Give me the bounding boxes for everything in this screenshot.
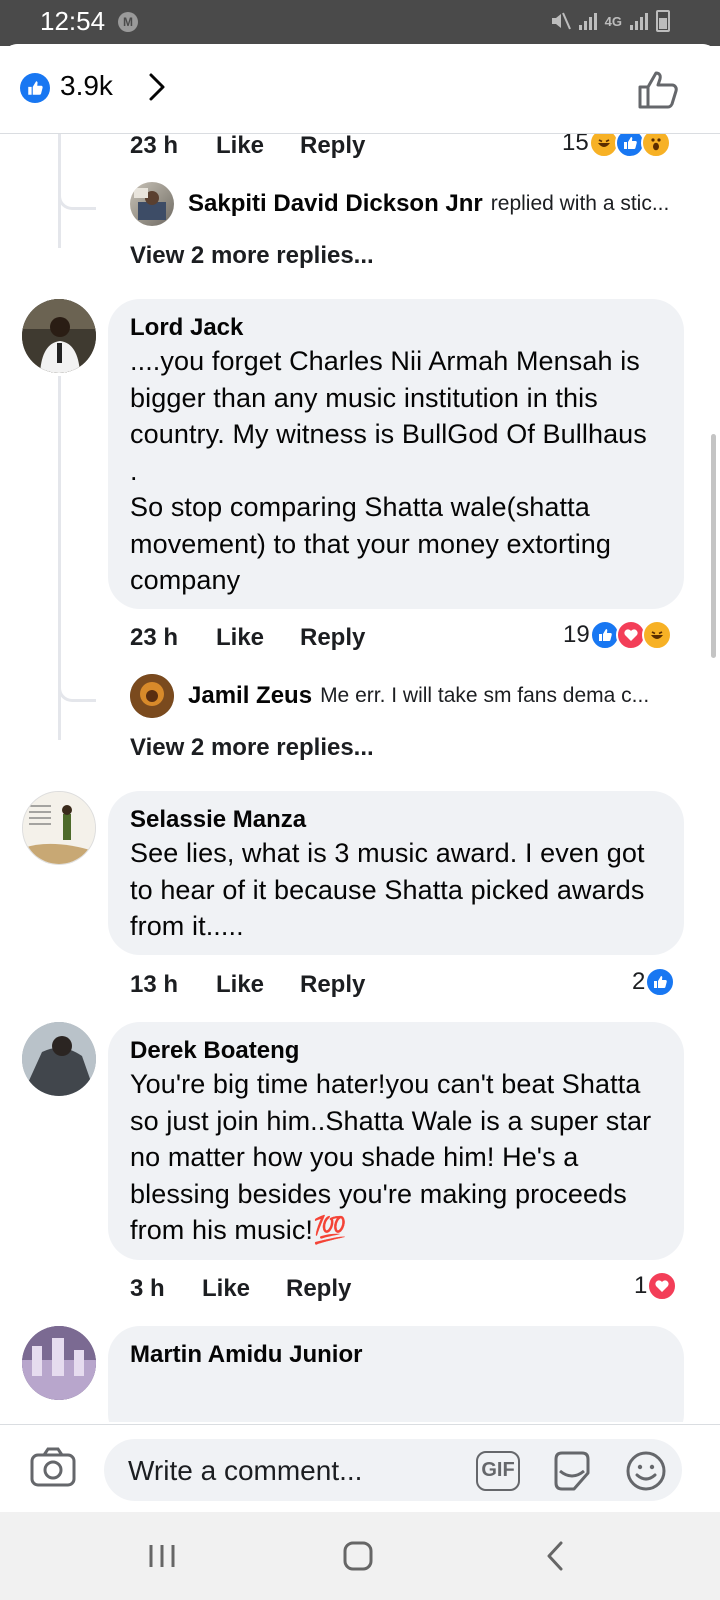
view-more-replies-link[interactable]: View 2 more replies... bbox=[130, 734, 374, 762]
like-reaction-icon bbox=[645, 967, 676, 997]
love-reaction-icon bbox=[647, 1271, 678, 1301]
reply-snippet: replied with a stic... bbox=[490, 192, 670, 215]
reply-button[interactable]: Reply bbox=[286, 1275, 351, 1303]
gmail-notification-icon: M bbox=[118, 12, 138, 32]
system-icons: 4G bbox=[549, 10, 670, 32]
emoji-icon[interactable] bbox=[624, 1449, 668, 1493]
comment-input[interactable]: Write a comment... GIF bbox=[104, 1439, 682, 1501]
comment-meta: 13 h Like Reply bbox=[130, 971, 490, 1003]
reply-preview[interactable]: Jamil Zeus Me err. I will take sm fans d… bbox=[130, 674, 649, 718]
reply-button[interactable]: Reply bbox=[300, 971, 365, 999]
like-button[interactable]: Like bbox=[202, 1275, 250, 1303]
avatar[interactable] bbox=[22, 791, 96, 865]
comment-composer: Write a comment... GIF bbox=[0, 1424, 720, 1512]
thread-hook bbox=[58, 184, 96, 210]
recent-apps-icon[interactable] bbox=[142, 1538, 182, 1574]
mute-icon bbox=[551, 12, 571, 30]
reaction-count: 1 bbox=[634, 1272, 648, 1299]
comment-time: 3 h bbox=[130, 1275, 165, 1302]
network-type-label: 4G bbox=[604, 13, 622, 29]
signal-icon bbox=[578, 12, 597, 30]
avatar bbox=[130, 674, 174, 718]
reply-button[interactable]: Reply bbox=[300, 624, 365, 652]
comment-time: 23 h bbox=[130, 132, 179, 159]
comment-bubble: Martin Amidu Junior bbox=[108, 1326, 684, 1422]
avatar bbox=[130, 182, 174, 226]
comment-placeholder: Write a comment... bbox=[128, 1455, 363, 1486]
reactions-header: 3.9k bbox=[0, 44, 720, 134]
gif-button[interactable]: GIF bbox=[476, 1451, 520, 1491]
home-icon[interactable] bbox=[338, 1538, 378, 1574]
status-bar: 12:54 M 4G bbox=[0, 0, 720, 46]
chevron-right-icon[interactable] bbox=[140, 70, 174, 104]
avatar[interactable] bbox=[22, 1326, 96, 1400]
avatar[interactable] bbox=[22, 1022, 96, 1096]
comments-sheet: 23 h Like Reply 15 Sakpiti David Dickson… bbox=[0, 44, 720, 1512]
comment-text: You're big time hater!you can't beat Sha… bbox=[130, 1069, 659, 1245]
status-time: 12:54 bbox=[40, 6, 106, 36]
reaction-summary[interactable]: 19 bbox=[563, 620, 672, 650]
reaction-summary[interactable]: 2 bbox=[632, 967, 676, 997]
comment-text: ....you forget Charles Nii Armah Mensah … bbox=[130, 346, 647, 595]
like-count[interactable]: 3.9k bbox=[60, 70, 113, 102]
app-root: 12:54 M 4G 23 h Like Reply 15 Sakpiti Da… bbox=[0, 0, 720, 1600]
comment-author[interactable]: Martin Amidu Junior bbox=[130, 1340, 662, 1370]
system-nav-bar bbox=[0, 1512, 720, 1600]
comment-bubble: Derek Boateng You're big time hater!you … bbox=[108, 1022, 684, 1260]
haha-reaction-icon bbox=[641, 620, 672, 650]
comment-meta: 23 h Like Reply bbox=[130, 132, 490, 164]
back-icon[interactable] bbox=[536, 1538, 576, 1574]
reply-author: Jamil Zeus bbox=[188, 682, 313, 709]
reaction-count: 19 bbox=[563, 621, 590, 648]
comments-feed[interactable]: 23 h Like Reply 15 Sakpiti David Dickson… bbox=[0, 44, 720, 1422]
like-button[interactable]: Like bbox=[216, 624, 264, 652]
comment-time: 13 h bbox=[130, 971, 179, 998]
like-icon bbox=[20, 73, 50, 103]
camera-icon[interactable] bbox=[30, 1447, 76, 1487]
thread-hook bbox=[58, 676, 96, 702]
scrollbar[interactable] bbox=[711, 434, 716, 658]
comment-author[interactable]: Derek Boateng bbox=[130, 1036, 662, 1066]
thumbs-up-icon[interactable] bbox=[636, 68, 680, 112]
comment-bubble: Selassie Manza See lies, what is 3 music… bbox=[108, 791, 684, 955]
comment-bubble: Lord Jack ....you forget Charles Nii Arm… bbox=[108, 299, 684, 609]
comment-author[interactable]: Lord Jack bbox=[130, 313, 662, 343]
reaction-count: 2 bbox=[632, 968, 646, 995]
avatar[interactable] bbox=[22, 299, 96, 373]
like-button[interactable]: Like bbox=[216, 132, 264, 160]
comment-meta: 3 h Like Reply bbox=[130, 1275, 490, 1307]
reply-preview[interactable]: Sakpiti David Dickson Jnr replied with a… bbox=[130, 182, 669, 226]
reply-button[interactable]: Reply bbox=[300, 132, 365, 160]
like-button[interactable]: Like bbox=[216, 971, 264, 999]
comment-text: See lies, what is 3 music award. I even … bbox=[130, 838, 653, 941]
signal-icon-2 bbox=[630, 12, 648, 30]
comment-time: 23 h bbox=[130, 624, 179, 651]
sticker-icon[interactable] bbox=[550, 1449, 594, 1493]
view-more-replies-link[interactable]: View 2 more replies... bbox=[130, 242, 374, 270]
battery-icon bbox=[656, 10, 670, 32]
comment-author[interactable]: Selassie Manza bbox=[130, 805, 662, 835]
reaction-summary[interactable]: 1 bbox=[634, 1271, 678, 1301]
reply-author: Sakpiti David Dickson Jnr bbox=[188, 190, 483, 217]
reply-snippet: Me err. I will take sm fans dema c... bbox=[320, 684, 650, 707]
comment-meta: 23 h Like Reply bbox=[130, 624, 490, 656]
